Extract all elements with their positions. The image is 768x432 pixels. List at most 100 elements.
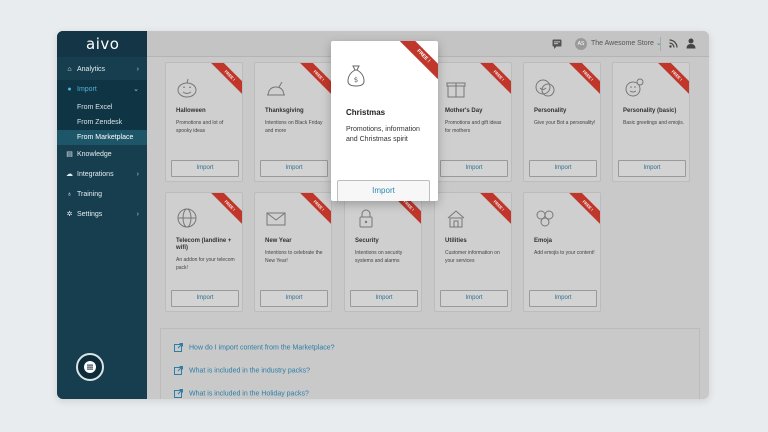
user-icon: ● <box>67 86 72 93</box>
card-title: Halloween <box>176 108 206 114</box>
pack-card-utilities: FREE ! Utilities Customer information on… <box>434 192 512 312</box>
divider <box>660 37 661 51</box>
sidebar-item-settings[interactable]: ✲ Settings › <box>57 205 147 225</box>
sidebar-subitem-from-excel[interactable]: From Excel <box>57 100 147 115</box>
pumpkin-icon <box>177 78 197 98</box>
free-ribbon: FREE ! <box>656 63 689 97</box>
book-icon: ▤ <box>66 151 73 158</box>
card-title: Thanksgiving <box>265 108 304 114</box>
import-button[interactable]: Import <box>440 160 508 177</box>
free-ribbon: FREE ! <box>478 193 511 227</box>
import-button[interactable]: Import <box>171 160 239 177</box>
emoji-cluster-icon <box>536 210 554 227</box>
sidebar-item-label: Knowledge <box>77 151 112 158</box>
smiley-icon <box>625 78 644 97</box>
card-description: Promotions and gift ideas for mothers <box>445 120 502 134</box>
free-ribbon: FREE ! <box>298 63 331 97</box>
home-icon: ⌂ <box>67 66 72 73</box>
card-description: Basic greetings and emojis. <box>623 120 685 126</box>
import-button[interactable]: Import <box>529 290 597 307</box>
faq-link-text: What is included in the industry packs? <box>189 367 311 375</box>
faq-link[interactable]: What is included in the industry packs? <box>174 366 310 376</box>
free-ribbon: FREE ! <box>209 63 242 97</box>
free-ribbon: FREE ! <box>478 63 511 97</box>
card-description: An addon for your telecom pack! <box>176 257 235 271</box>
import-button[interactable]: Import <box>440 290 508 307</box>
import-button[interactable]: Import <box>350 290 418 307</box>
external-link-icon <box>174 366 183 375</box>
import-button[interactable]: Import <box>260 290 328 307</box>
lightbulb-icon: ♁ <box>66 191 73 198</box>
chevron-right-icon: › <box>136 211 139 218</box>
sidebar-item-knowledge[interactable]: ▤ Knowledge <box>57 145 147 165</box>
card-description: Promotions and lot of spooky ideas <box>176 120 224 134</box>
sidebar-item-integrations[interactable]: ☁ Integrations › <box>57 165 147 185</box>
card-description: Give your Bot a personality! <box>534 120 596 126</box>
pack-card-security: FREE ! Security Intentions on security s… <box>344 192 422 312</box>
import-button[interactable]: Import <box>337 180 430 201</box>
padlock-icon <box>359 209 373 228</box>
pack-card-halloween: FREE ! Halloween Promotions and lot of s… <box>165 62 243 182</box>
card-title: Security <box>355 238 379 244</box>
theater-masks-icon <box>535 79 555 97</box>
card-description: Intentions to celebrate the New Year! <box>265 250 323 264</box>
card-title: New Year <box>265 238 292 244</box>
faq-link-text: How do I import content from the Marketp… <box>189 344 335 352</box>
free-ribbon: FREE ! <box>567 193 600 227</box>
card-title: Personality <box>534 108 567 114</box>
store-name: The Awesome Store <box>591 40 654 47</box>
card-description: Customer information on your services <box>445 250 500 264</box>
store-selector[interactable]: The Awesome Store ⌄ <box>591 31 662 57</box>
sidebar-item-label: Analytics <box>77 66 106 73</box>
import-button[interactable]: Import <box>171 290 239 307</box>
pack-card-emoja: FREE ! Emoja Add emojis to your content!… <box>523 192 601 312</box>
card-title: Personality (basic) <box>623 108 677 114</box>
sidebar-item-label: Integrations <box>77 171 114 178</box>
pack-card-thanksgiving: FREE ! Thanksgiving Intentions on Black … <box>254 62 332 182</box>
external-link-icon <box>174 343 183 352</box>
pack-card-personality-basic: FREE ! Personality (basic) Basic greetin… <box>612 62 690 182</box>
card-description: Add emojis to your content! <box>534 250 595 256</box>
message-icon[interactable] <box>552 39 562 49</box>
card-description: Promotions, information and Christmas sp… <box>346 126 420 143</box>
import-button[interactable]: Import <box>260 160 328 177</box>
chat-launcher-button[interactable] <box>76 353 104 381</box>
chevron-right-icon: › <box>136 66 139 73</box>
card-title: Emoja <box>534 238 553 244</box>
user-profile-icon[interactable] <box>686 38 696 49</box>
sidebar-subitem-from-marketplace[interactable]: From Marketplace <box>57 130 147 145</box>
import-button[interactable]: Import <box>529 160 597 177</box>
chat-icon <box>84 361 96 373</box>
card-title: Utilities <box>445 238 467 244</box>
sidebar: aivo ⌂ Analytics › ● Import ⌄ From Excel… <box>57 31 147 399</box>
sidebar-item-analytics[interactable]: ⌂ Analytics › <box>57 60 147 80</box>
faq-link[interactable]: What is included in the Holiday packs? <box>174 389 309 399</box>
pack-card-telecom: FREE ! Telecom (landline + wifi) An addo… <box>165 192 243 312</box>
card-description: Intentions on Black Friday and more <box>265 120 323 134</box>
money-bag-icon: $ <box>347 65 365 87</box>
card-title: Mother's Day <box>445 108 483 114</box>
sidebar-item-import[interactable]: ● Import ⌄ <box>57 80 147 100</box>
pack-card-personality: FREE ! Personality Give your Bot a perso… <box>523 62 601 182</box>
chat-bubbles-icon: ☁ <box>66 171 73 178</box>
chevron-right-icon: › <box>136 171 139 178</box>
free-ribbon: FREE ! <box>567 63 600 97</box>
store-avatar[interactable]: AS <box>575 38 587 50</box>
pack-card-christmas-highlighted: $ FREE ! Christmas Promotions, informati… <box>331 41 438 201</box>
import-button[interactable]: Import <box>618 160 686 177</box>
sidebar-subitem-from-zendesk[interactable]: From Zendesk <box>57 115 147 130</box>
chevron-down-icon: ⌄ <box>133 86 139 93</box>
free-ribbon: FREE ! <box>298 193 331 227</box>
faq-link[interactable]: How do I import content from the Marketp… <box>174 343 335 353</box>
faq-panel: How do I import content from the Marketp… <box>160 328 700 399</box>
sidebar-item-training[interactable]: ♁ Training <box>57 185 147 205</box>
external-link-icon <box>174 389 183 398</box>
sidebar-item-label: Training <box>77 191 103 198</box>
free-ribbon: FREE ! <box>209 193 242 227</box>
turkey-icon <box>267 81 285 96</box>
sidebar-item-label: Import <box>77 86 97 93</box>
gift-icon <box>446 82 466 98</box>
house-icon <box>447 210 465 228</box>
rss-icon[interactable] <box>669 39 678 48</box>
card-description: Intentions on security systems and alarm… <box>355 250 403 264</box>
